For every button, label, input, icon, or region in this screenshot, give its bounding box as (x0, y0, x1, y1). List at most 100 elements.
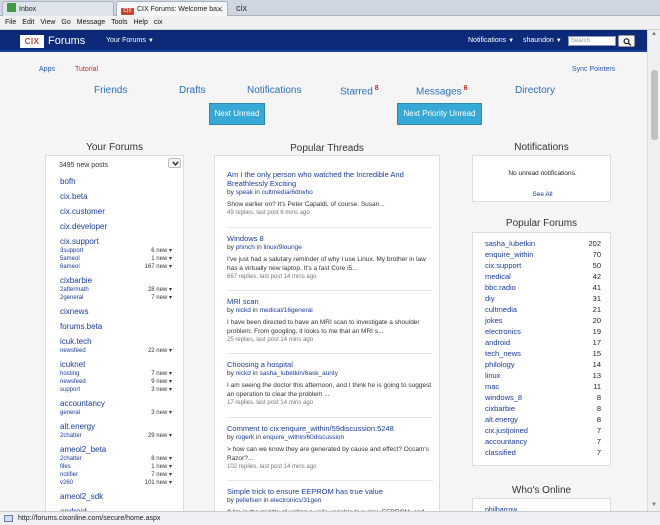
popular-forum-name[interactable]: bbc.radio (485, 283, 516, 292)
thread-forum[interactable]: medical/16general (260, 307, 313, 314)
popular-forum-row[interactable]: enquire_within 70 (485, 249, 601, 260)
popular-forum-name[interactable]: alt.energy (485, 415, 518, 424)
popular-forum-row[interactable]: jokes 20 (485, 315, 601, 326)
subforum-new-count[interactable]: 9 new ▾ (151, 378, 172, 386)
popular-forum-name[interactable]: windows_8 (485, 393, 522, 402)
subforum-row[interactable]: 5ameol 1 new ▾ (60, 255, 172, 263)
popular-forum-row[interactable]: cultmedia 21 (485, 304, 601, 315)
popular-forum-name[interactable]: jokes (485, 316, 503, 325)
subforum-new-count[interactable]: 3 new ▾ (151, 386, 172, 394)
nav-starred[interactable]: Starred 8 (340, 85, 379, 97)
scroll-thumb[interactable] (651, 70, 658, 140)
apps-link[interactable]: Apps (39, 66, 55, 73)
popular-forum-name[interactable]: cixbarbie (485, 404, 515, 413)
thread-title[interactable]: MRI scan (227, 297, 433, 306)
popular-forum-name[interactable]: diy (485, 294, 495, 303)
popular-forum-name[interactable]: mac (485, 382, 499, 391)
thread-author[interactable]: nickd (236, 307, 251, 314)
thread-author[interactable]: nickd (236, 370, 251, 377)
tab-cix-forums[interactable]: CIX CIX Forums: Welcome ba... ✕ (116, 1, 228, 16)
scroll-down-icon[interactable]: ▼ (651, 502, 657, 508)
popular-forum-name[interactable]: philology (485, 360, 515, 369)
popular-forum-row[interactable]: sasha_lubetkin 202 (485, 238, 601, 249)
popular-forum-row[interactable]: medical 42 (485, 271, 601, 282)
popular-forum-row[interactable]: electronics 19 (485, 326, 601, 337)
thread-forum[interactable]: sasha_lubetkin/6ask_aunty (260, 370, 338, 377)
subforum-row[interactable]: files 1 new ▾ (60, 463, 172, 471)
subforum-row[interactable]: newsfeed 22 new ▾ (60, 347, 172, 355)
menu-go[interactable]: Go (58, 16, 73, 30)
menu-edit[interactable]: Edit (19, 16, 37, 30)
popular-forum-row[interactable]: classified 7 (485, 447, 601, 458)
thread-title[interactable]: Choosing a hospital (227, 360, 433, 369)
popular-forum-row[interactable]: mac 11 (485, 381, 601, 392)
forum-link[interactable]: cixnews (60, 306, 172, 317)
popular-forum-row[interactable]: linux 13 (485, 370, 601, 381)
popular-forum-name[interactable]: cix.justjoined (485, 426, 528, 435)
thread-forum[interactable]: enquire_within/60discussion (263, 434, 344, 441)
popular-forum-row[interactable]: bbc.radio 41 (485, 282, 601, 293)
popular-forum-name[interactable]: tech_news (485, 349, 521, 358)
user-menu[interactable]: shaundon ▼ (523, 30, 562, 52)
thread-forum[interactable]: cultmedia/6drwho (262, 189, 313, 196)
tutorial-link[interactable]: Tutorial (75, 66, 98, 73)
subforum-row[interactable]: 2chatter 29 new ▾ (60, 432, 172, 440)
popular-forum-name[interactable]: accountancy (485, 437, 527, 446)
forum-link[interactable]: cix.support (60, 236, 172, 247)
search-input[interactable]: Search (568, 36, 616, 46)
thread-forum[interactable]: electronics/31gen (270, 497, 321, 504)
search-button[interactable] (618, 35, 635, 47)
menu-cix[interactable]: cix (151, 16, 166, 30)
popular-forum-name[interactable]: linux (485, 371, 500, 380)
tab-cix[interactable]: cix (232, 1, 256, 16)
forum-link[interactable]: cix.customer (60, 206, 172, 217)
page-scrollbar[interactable]: ▲ ▼ (647, 30, 660, 511)
subforum-new-count[interactable]: 7 new ▾ (151, 294, 172, 302)
popular-forum-name[interactable]: sasha_lubetkin (485, 239, 535, 248)
forum-link[interactable]: forums.beta (60, 321, 172, 332)
subforum-new-count[interactable]: 7 new ▾ (151, 370, 172, 378)
popular-forum-row[interactable]: cix.justjoined 7 (485, 425, 601, 436)
subforum-new-count[interactable]: 7 new ▾ (151, 471, 172, 479)
forum-link[interactable]: cix.beta (60, 191, 172, 202)
thread-title[interactable]: Comment to cix:enquire_within/59discussi… (227, 424, 433, 433)
your-forums-menu[interactable]: Your Forums ▼ (106, 30, 154, 52)
subforum-row[interactable]: v260 101 new ▾ (60, 479, 172, 487)
subforum-new-count[interactable]: 22 new ▾ (148, 347, 172, 355)
subforum-row[interactable]: 2chatter 8 new ▾ (60, 455, 172, 463)
next-priority-unread-button[interactable]: Next Priority Unread (397, 103, 482, 125)
thread-author[interactable]: pellefsen (236, 497, 262, 504)
popular-forum-name[interactable]: cix.support (485, 261, 521, 270)
subforum-new-count[interactable]: 1 new ▾ (151, 463, 172, 471)
popular-forum-row[interactable]: windows_8 8 (485, 392, 601, 403)
thread-forum[interactable]: linux/9lounge (264, 244, 302, 251)
thread-title[interactable]: Simple trick to ensure EEPROM has true v… (227, 487, 433, 496)
subforum-row[interactable]: newsfeed 9 new ▾ (60, 378, 172, 386)
forum-link[interactable]: ameol2_beta (60, 444, 172, 455)
subforum-row[interactable]: 2aftermath 28 new ▾ (60, 286, 172, 294)
menu-file[interactable]: File (2, 16, 19, 30)
next-unread-button[interactable]: Next Unread (209, 103, 265, 125)
popular-forum-row[interactable]: philology 14 (485, 359, 601, 370)
subforum-new-count[interactable]: 8 new ▾ (151, 455, 172, 463)
forum-link[interactable]: icuknet (60, 359, 172, 370)
subforum-new-count[interactable]: 167 new ▾ (145, 263, 172, 271)
forum-link[interactable]: cix.developer (60, 221, 172, 232)
subforum-new-count[interactable]: 29 new ▾ (148, 432, 172, 440)
thread-author[interactable]: speak (236, 189, 253, 196)
forum-link[interactable]: ameol2_sdk (60, 491, 172, 502)
forum-link[interactable]: bofh (60, 176, 172, 187)
menu-help[interactable]: Help (130, 16, 150, 30)
nav-messages[interactable]: Messages 6 (416, 85, 467, 97)
close-tab-icon[interactable]: ✕ (216, 2, 223, 16)
popular-forum-row[interactable]: accountancy 7 (485, 436, 601, 447)
forum-link[interactable]: accountancy (60, 398, 172, 409)
popular-forum-row[interactable]: alt.energy 8 (485, 414, 601, 425)
popular-forum-name[interactable]: classified (485, 448, 516, 457)
subforum-new-count[interactable]: 28 new ▾ (148, 286, 172, 294)
sync-pointers-link[interactable]: Sync Pointers (572, 66, 615, 73)
thread-author[interactable]: phinch (236, 244, 255, 251)
nav-friends[interactable]: Friends (94, 85, 127, 96)
forum-link[interactable]: alt.energy (60, 421, 172, 432)
popular-forum-name[interactable]: android (485, 338, 510, 347)
